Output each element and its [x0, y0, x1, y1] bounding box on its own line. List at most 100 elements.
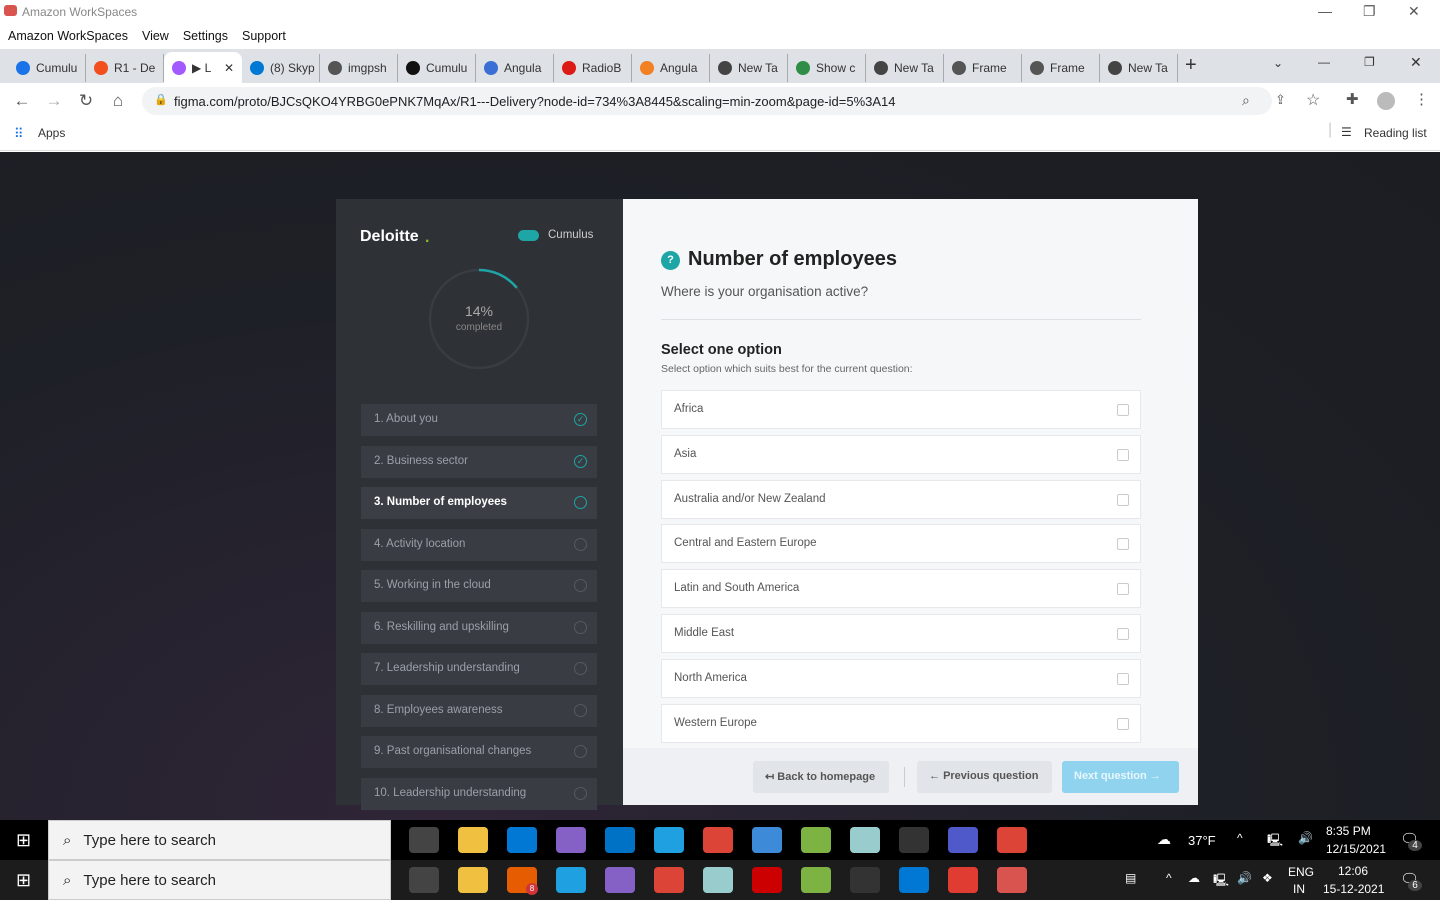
browser-tab[interactable]: Show c [788, 54, 866, 82]
show-hidden-icons[interactable]: ^ [1237, 831, 1243, 845]
menu-workspaces[interactable]: Amazon WorkSpaces [8, 29, 128, 43]
taskbar-app-icon[interactable] [555, 827, 586, 853]
taskbar-app-icon[interactable] [849, 867, 880, 893]
taskbar-app-icon[interactable] [947, 867, 978, 893]
sidebar-step[interactable]: 1. About you ✓ [361, 404, 597, 436]
sidebar-step[interactable]: 2. Business sector ✓ [361, 445, 597, 478]
option-asia[interactable]: Asia [661, 434, 1141, 474]
taskbar-app-icon[interactable] [702, 867, 733, 893]
show-hidden-icons[interactable]: ^ [1166, 871, 1172, 885]
onedrive-icon[interactable]: ☁ [1188, 871, 1200, 885]
sidebar-step[interactable]: 10. Leadership understanding [361, 777, 597, 810]
sidebar-step[interactable]: 9. Past organisational changes [361, 736, 597, 768]
back-to-homepage-button[interactable]: ↤ Back to homepage [753, 761, 889, 793]
sidebar-step[interactable]: 6. Reskilling and upskilling [361, 611, 597, 644]
taskbar-app-icon[interactable] [898, 867, 929, 893]
taskbar-app-icon[interactable] [702, 827, 733, 853]
taskbar-app-icon[interactable] [947, 827, 978, 853]
menu-support[interactable]: Support [242, 29, 286, 43]
taskbar-app-icon[interactable] [996, 827, 1027, 853]
sidebar-step[interactable]: 8. Employees awareness [361, 694, 597, 727]
option-checkbox[interactable] [1117, 672, 1129, 685]
option-checkbox[interactable] [1117, 628, 1129, 640]
windows-start-icon[interactable]: ⊞ [16, 870, 31, 891]
back-icon[interactable]: ← [6, 91, 38, 111]
option-central-and-eastern-europe[interactable]: Central and Eastern Europe [661, 524, 1141, 564]
home-icon[interactable]: ⌂ [102, 91, 134, 111]
zoom-icon[interactable]: ⌕ [1242, 92, 1250, 109]
bookmark-star-icon[interactable]: ☆ [1306, 90, 1320, 110]
option-checkbox[interactable] [1117, 404, 1129, 416]
weather-temp[interactable]: 37°F [1188, 833, 1216, 848]
browser-tab[interactable]: Frame [944, 54, 1022, 82]
taskbar-app-icon[interactable] [751, 827, 782, 853]
menu-settings[interactable]: Settings [183, 29, 228, 43]
network-icon[interactable]: 🖳 [1267, 831, 1283, 852]
news-icon[interactable]: ▤ [1125, 871, 1136, 885]
browser-tab[interactable]: (8) Skyp [242, 54, 320, 82]
extensions-icon[interactable]: ✚ [1346, 90, 1359, 108]
browser-tab[interactable]: Cumulu [398, 54, 476, 82]
taskbar-app-icon[interactable] [604, 867, 635, 893]
option-latin-and-south-america[interactable]: Latin and South America [661, 569, 1141, 609]
windows-start-icon[interactable]: ⊞ [16, 830, 31, 851]
dropbox-icon[interactable]: ❖ [1262, 871, 1273, 885]
taskbar-app-icon[interactable] [898, 827, 929, 853]
taskbar-app-icon[interactable] [996, 867, 1027, 893]
previous-question-button[interactable]: ← Previous question [917, 761, 1052, 793]
browser-tab[interactable]: imgpsh [320, 54, 398, 82]
taskbar-app-icon[interactable] [457, 867, 488, 893]
browser-minimize-button[interactable]: — [1318, 55, 1330, 69]
taskbar-app-icon[interactable] [800, 827, 831, 853]
option-middle-east[interactable]: Middle East [661, 614, 1141, 653]
volume-icon[interactable]: 🔊 [1237, 871, 1252, 885]
clock-time[interactable]: 8:35 PM [1326, 824, 1371, 838]
browser-tab[interactable]: ▶ L ✕ [164, 52, 242, 84]
taskbar-app-icon[interactable] [653, 827, 684, 853]
taskbar-app-icon[interactable] [555, 867, 586, 893]
option-checkbox[interactable] [1117, 493, 1129, 506]
reload-icon[interactable]: ↻ [70, 91, 102, 111]
browser-tab[interactable]: Frame [1022, 54, 1100, 82]
close-tab-icon[interactable]: ✕ [224, 61, 234, 75]
restore-window-button[interactable]: ❐ [1363, 3, 1376, 20]
browser-tab[interactable]: RadioB [554, 54, 632, 82]
option-checkbox[interactable] [1117, 717, 1129, 730]
share-icon[interactable]: ⇪ [1275, 92, 1286, 108]
minimize-window-button[interactable]: — [1318, 3, 1332, 19]
taskbar-app-icon[interactable] [457, 827, 488, 853]
browser-tab[interactable]: New Ta [710, 54, 788, 82]
input-region[interactable]: IN [1293, 882, 1305, 896]
network-icon[interactable]: 🖳 [1213, 871, 1229, 892]
browser-menu-icon[interactable]: ⋮ [1414, 90, 1429, 108]
browser-tab[interactable]: New Ta [866, 54, 944, 82]
new-tab-button[interactable]: + [1185, 54, 1197, 77]
clock-date[interactable]: 12/15/2021 [1326, 842, 1386, 856]
taskbar-app-icon[interactable] [408, 827, 439, 853]
forward-icon[interactable]: → [38, 91, 70, 111]
reading-list-button[interactable]: Reading list [1364, 126, 1427, 140]
url-input[interactable]: 🔒 figma.com/proto/BJCsQKO4YRBG0ePNK7MqAx… [142, 87, 1272, 115]
browser-close-button[interactable]: ✕ [1410, 54, 1422, 71]
taskbar-search-input[interactable]: ⌕ Type here to search [48, 860, 391, 900]
taskbar-app-icon[interactable] [604, 827, 635, 853]
browser-restore-button[interactable]: ❐ [1364, 55, 1375, 69]
taskbar-app-icon[interactable] [849, 827, 880, 853]
option-checkbox[interactable] [1117, 538, 1129, 551]
next-question-button[interactable]: Next question → [1062, 761, 1179, 793]
profile-avatar[interactable] [1377, 92, 1395, 110]
option-western-europe[interactable]: Western Europe [661, 703, 1141, 743]
option-checkbox[interactable] [1117, 448, 1129, 461]
taskbar-app-icon[interactable] [506, 827, 537, 853]
taskbar-app-icon[interactable] [653, 867, 684, 893]
input-language[interactable]: ENG [1288, 865, 1314, 879]
taskbar-app-icon[interactable] [751, 867, 782, 893]
browser-tab[interactable]: Cumulu [8, 54, 86, 82]
sidebar-step[interactable]: 5. Working in the cloud [361, 570, 597, 602]
tab-search-icon[interactable]: ⌄ [1273, 56, 1283, 70]
close-window-button[interactable]: ✕ [1408, 3, 1420, 20]
volume-icon[interactable]: 🔊 [1298, 831, 1313, 845]
apps-bookmark[interactable]: Apps [38, 126, 65, 140]
browser-tab[interactable]: New Ta [1100, 54, 1178, 82]
sidebar-step[interactable]: 7. Leadership understanding [361, 653, 597, 685]
